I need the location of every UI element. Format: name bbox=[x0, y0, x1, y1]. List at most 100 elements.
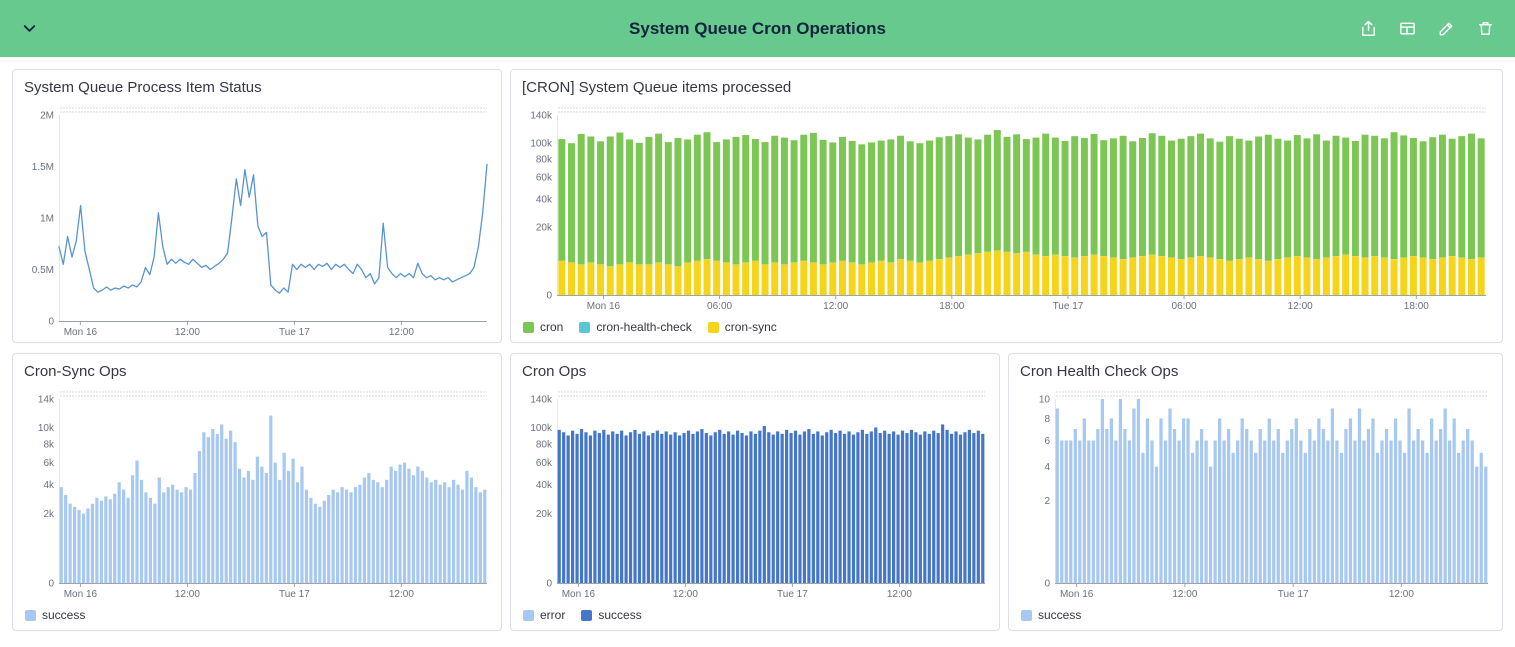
pencil-icon bbox=[1437, 19, 1456, 38]
cron-sync-ops-chart[interactable]: 02k4k6k8k10k14kMon 1612:00Tue 1712:00 bbox=[21, 383, 493, 599]
svg-text:Tue 17: Tue 17 bbox=[1278, 589, 1309, 599]
svg-text:20k: 20k bbox=[536, 222, 553, 233]
svg-text:0.5M: 0.5M bbox=[32, 265, 54, 276]
svg-text:4k: 4k bbox=[43, 480, 55, 491]
dashboard-header: System Queue Cron Operations bbox=[0, 0, 1515, 57]
dashboard-title: System Queue Cron Operations bbox=[629, 19, 886, 39]
svg-text:Tue 17: Tue 17 bbox=[279, 327, 310, 337]
svg-text:0: 0 bbox=[48, 579, 54, 590]
svg-text:12:00: 12:00 bbox=[1172, 589, 1197, 599]
svg-text:12:00: 12:00 bbox=[389, 327, 414, 337]
chart-container: 020k40k60k80k100k140kMon 1606:0012:0018:… bbox=[511, 99, 1502, 316]
legend-item-error[interactable]: error bbox=[523, 608, 565, 622]
svg-text:4: 4 bbox=[1044, 462, 1050, 473]
svg-text:40k: 40k bbox=[536, 194, 553, 205]
share-icon bbox=[1359, 19, 1378, 38]
legend-swatch bbox=[523, 610, 534, 621]
chart-container: 02k4k6k8k10k14kMon 1612:00Tue 1712:00 bbox=[13, 383, 501, 604]
legend-swatch bbox=[25, 610, 36, 621]
svg-text:0: 0 bbox=[1044, 579, 1050, 590]
export-table-button[interactable] bbox=[1394, 15, 1421, 42]
svg-text:12:00: 12:00 bbox=[1389, 589, 1414, 599]
legend-label: cron-sync bbox=[725, 320, 777, 334]
legend-swatch bbox=[1021, 610, 1032, 621]
legend-swatch bbox=[579, 322, 590, 333]
items-processed-chart[interactable]: 020k40k60k80k100k140kMon 1606:0012:0018:… bbox=[519, 99, 1492, 311]
svg-text:8k: 8k bbox=[43, 439, 55, 450]
svg-text:12:00: 12:00 bbox=[175, 589, 200, 599]
process-item-status-chart[interactable]: 00.5M1M1.5M2MMon 1612:00Tue 1712:00 bbox=[21, 99, 493, 337]
legend-item-success[interactable]: success bbox=[581, 608, 641, 622]
svg-text:2: 2 bbox=[1044, 496, 1050, 507]
delete-button[interactable] bbox=[1472, 15, 1499, 42]
legend-item-cron-sync[interactable]: cron-sync bbox=[708, 320, 777, 334]
collapse-button[interactable] bbox=[16, 15, 43, 42]
share-button[interactable] bbox=[1355, 15, 1382, 42]
legend-label: success bbox=[42, 608, 85, 622]
dashboard-app: System Queue Cron Operations bbox=[0, 0, 1515, 643]
panel-title: Cron Ops bbox=[511, 354, 999, 383]
legend-item-cron[interactable]: cron bbox=[523, 320, 563, 334]
legend-label: cron bbox=[540, 320, 563, 334]
chart-container: 00.5M1M1.5M2MMon 1612:00Tue 1712:00 bbox=[13, 99, 501, 342]
svg-text:10k: 10k bbox=[38, 423, 55, 434]
edit-button[interactable] bbox=[1433, 15, 1460, 42]
cron-ops-legend: error success bbox=[511, 604, 999, 630]
legend-item-success[interactable]: success bbox=[25, 608, 85, 622]
svg-text:2M: 2M bbox=[40, 111, 54, 122]
svg-text:80k: 80k bbox=[536, 439, 553, 450]
svg-text:100k: 100k bbox=[530, 138, 553, 149]
chevron-down-icon bbox=[20, 19, 39, 38]
panel-cron-ops: Cron Ops 020k40k60k80k100k140kMon 1612:0… bbox=[510, 353, 1000, 631]
cron-sync-ops-legend: success bbox=[13, 604, 501, 630]
dashboard-body: System Queue Process Item Status 00.5M1M… bbox=[0, 57, 1515, 643]
panel-title: System Queue Process Item Status bbox=[13, 70, 501, 99]
svg-text:20k: 20k bbox=[536, 509, 553, 520]
svg-text:80k: 80k bbox=[536, 154, 553, 165]
svg-text:12:00: 12:00 bbox=[823, 301, 848, 311]
svg-text:60k: 60k bbox=[536, 173, 553, 184]
svg-text:Tue 17: Tue 17 bbox=[279, 589, 310, 599]
panel-title: Cron Health Check Ops bbox=[1009, 354, 1502, 383]
chart-container: 020k40k60k80k100k140kMon 1612:00Tue 1712… bbox=[511, 383, 999, 604]
svg-text:140k: 140k bbox=[530, 395, 553, 406]
svg-text:14k: 14k bbox=[38, 395, 55, 406]
svg-text:12:00: 12:00 bbox=[389, 589, 414, 599]
legend-swatch bbox=[708, 322, 719, 333]
svg-text:6: 6 bbox=[1044, 436, 1050, 447]
header-actions bbox=[1355, 15, 1499, 42]
legend-item-success[interactable]: success bbox=[1021, 608, 1081, 622]
svg-text:Mon 16: Mon 16 bbox=[562, 589, 596, 599]
svg-text:0: 0 bbox=[546, 291, 552, 302]
legend-swatch bbox=[523, 322, 534, 333]
panel-cron-sync-ops: Cron-Sync Ops 02k4k6k8k10k14kMon 1612:00… bbox=[12, 353, 502, 631]
svg-text:Tue 17: Tue 17 bbox=[1053, 301, 1084, 311]
cron-health-check-ops-chart[interactable]: 0246810Mon 1612:00Tue 1712:00 bbox=[1017, 383, 1494, 599]
svg-text:0: 0 bbox=[48, 317, 54, 328]
panel-items-processed: [CRON] System Queue items processed 020k… bbox=[510, 69, 1503, 343]
legend-label: success bbox=[1038, 608, 1081, 622]
svg-text:1.5M: 1.5M bbox=[32, 162, 54, 173]
svg-text:06:00: 06:00 bbox=[1172, 301, 1197, 311]
panel-row-1: System Queue Process Item Status 00.5M1M… bbox=[12, 69, 1503, 343]
svg-text:140k: 140k bbox=[530, 111, 553, 122]
legend-label: error bbox=[540, 608, 565, 622]
legend-label: success bbox=[598, 608, 641, 622]
svg-text:0: 0 bbox=[546, 579, 552, 590]
panel-cron-health-check-ops: Cron Health Check Ops 0246810Mon 1612:00… bbox=[1008, 353, 1503, 631]
svg-text:Mon 16: Mon 16 bbox=[587, 301, 621, 311]
cron-ops-chart[interactable]: 020k40k60k80k100k140kMon 1612:00Tue 1712… bbox=[519, 383, 991, 599]
legend-swatch bbox=[581, 610, 592, 621]
panel-row-2: Cron-Sync Ops 02k4k6k8k10k14kMon 1612:00… bbox=[12, 353, 1503, 631]
legend-item-cron-health-check[interactable]: cron-health-check bbox=[579, 320, 691, 334]
trash-icon bbox=[1476, 19, 1495, 38]
panel-title: Cron-Sync Ops bbox=[13, 354, 501, 383]
svg-text:06:00: 06:00 bbox=[707, 301, 732, 311]
svg-text:12:00: 12:00 bbox=[673, 589, 698, 599]
items-processed-legend: cron cron-health-check cron-sync bbox=[511, 316, 1502, 342]
svg-text:100k: 100k bbox=[530, 423, 553, 434]
cron-health-check-ops-legend: success bbox=[1009, 604, 1502, 630]
svg-text:12:00: 12:00 bbox=[1288, 301, 1313, 311]
table-icon bbox=[1398, 19, 1417, 38]
svg-text:Mon 16: Mon 16 bbox=[64, 327, 98, 337]
